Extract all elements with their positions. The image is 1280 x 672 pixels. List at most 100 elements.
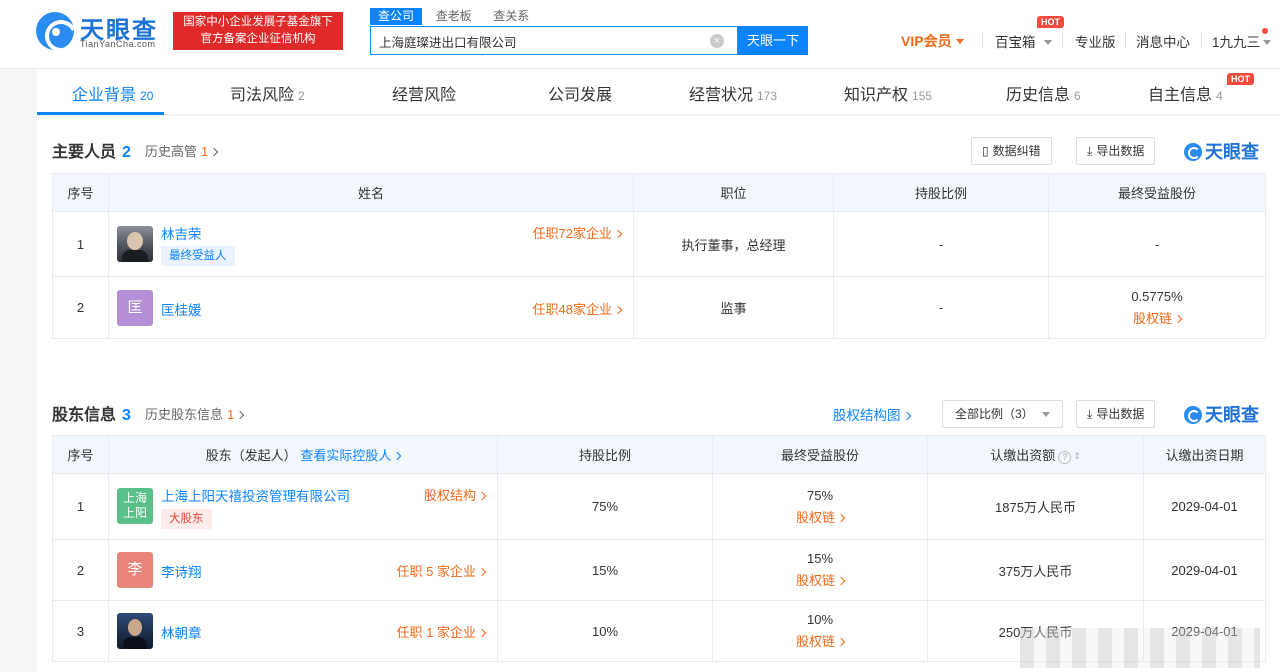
chevron-right-icon (236, 410, 245, 420)
sort-icon[interactable]: ⇕ (1073, 451, 1081, 462)
ratio-filter-select[interactable]: 全部比例（3） (942, 400, 1063, 428)
holder-name-link[interactable]: 上海上阳天禧投资管理有限公司 (161, 485, 350, 505)
actual-controller-link[interactable]: 查看实际控股人 (300, 448, 402, 463)
company-logo[interactable]: 上海 上阳 (117, 488, 153, 524)
chevron-right-icon (836, 513, 846, 522)
avatar[interactable] (117, 226, 153, 262)
ratio-cell: - (833, 211, 1049, 277)
row-number: 1 (52, 473, 109, 540)
document-icon: ▯ (982, 144, 989, 158)
holder-name-link[interactable]: 林朝章 (161, 622, 202, 642)
badge-line-1: 国家中小企业发展子基金旗下 (183, 16, 333, 28)
positions-link[interactable]: 任职 1 家企业 (397, 622, 487, 641)
link-text: 股权链 (1132, 310, 1172, 326)
export-data-button[interactable]: ⤓ 导出数据 (1076, 137, 1156, 165)
column-header-holder: 股东（发起人） 查看实际控股人 (108, 435, 498, 474)
history-label: 历史股东信息 (145, 407, 224, 422)
positions-link[interactable]: 任职 5 家企业 (396, 561, 487, 580)
tab-label: 自主信息 (1148, 87, 1213, 104)
row-number: 2 (52, 539, 109, 601)
avatar[interactable] (117, 613, 153, 649)
user-name: 1九九三 (1212, 35, 1261, 50)
benefit-cell: 10% 股权链 (712, 600, 928, 662)
equity-chain-link[interactable]: 股权链 (1049, 308, 1265, 330)
tab-ip[interactable]: 知识产权 155 (844, 81, 932, 105)
link-text: 任职 5 家企业 (396, 564, 476, 579)
search-tab-relation[interactable]: 查关系 (485, 8, 537, 25)
tianyancha-logo[interactable]: 天眼查 TianYanCha.com (36, 10, 164, 54)
chevron-down-icon (1042, 412, 1050, 417)
equity-chain-link[interactable]: 股权链 (713, 570, 927, 592)
benefit-value: 75% (806, 487, 834, 503)
equity-structure-cell-link[interactable]: 股权结构 (423, 485, 487, 504)
person-name-link[interactable]: 匡桂媛 (161, 299, 202, 319)
avatar[interactable]: 李 (117, 552, 153, 588)
positions-link[interactable]: 任职48家企业 (533, 299, 623, 318)
data-correction-button[interactable]: ▯ 数据纠错 (971, 137, 1052, 165)
search-tab-company[interactable]: 查公司 (370, 8, 423, 25)
brand-text: 天眼查 (1205, 405, 1259, 425)
equity-structure-link[interactable]: 股权结构图 (833, 404, 911, 424)
message-center-link[interactable]: 消息中心 (1136, 31, 1190, 51)
user-menu[interactable]: 1九九三 (1212, 31, 1272, 51)
link-text: 股权结构 (423, 488, 476, 503)
tab-count: 173 (757, 89, 778, 103)
search-tab-boss[interactable]: 查老板 (428, 8, 480, 25)
vip-menu[interactable]: VIP会员 (901, 31, 964, 51)
divider (1125, 32, 1126, 48)
ratio-cell: - (833, 276, 1049, 339)
holder-name-link[interactable]: 李诗翔 (161, 561, 202, 581)
section-title-text: 主要人员 (52, 144, 117, 161)
person-name-link[interactable]: 林吉荣 (161, 223, 202, 243)
search-input[interactable] (379, 32, 699, 50)
clear-icon[interactable]: × (710, 34, 724, 48)
personnel-title: 主要人员 2 (52, 138, 131, 162)
tab-label: 历史信息 (1006, 87, 1071, 104)
benefit-value: 10% (806, 612, 834, 627)
pro-version-link[interactable]: 专业版 (1075, 31, 1116, 51)
avatar[interactable]: 匡 (117, 290, 153, 326)
tab-self-info[interactable]: 自主信息 4 (1148, 81, 1223, 105)
column-header-capital[interactable]: 认缴出资额? ⇕ (927, 435, 1144, 474)
date-cell: 2029-04-01 (1143, 539, 1266, 601)
company-tabs: 企业背景 20 司法风险 2 经营风险 公司发展 经营状况 173 知识产权 155 历… (37, 69, 1280, 115)
download-icon: ⤓ (1087, 407, 1093, 421)
column-header: 序号 (52, 435, 109, 474)
tab-operating-risk[interactable]: 经营风险 (392, 81, 456, 105)
divider (1201, 32, 1202, 48)
tab-history[interactable]: 历史信息 6 (1006, 81, 1081, 105)
brand-text: 天眼查 (1205, 142, 1259, 162)
brand-mark: 天眼查 (1184, 401, 1259, 427)
tab-operations[interactable]: 经营状况 173 (689, 81, 777, 105)
table-row: 1 林吉荣 最终受益人 任职72家企业 执行董事，总经理 - - (52, 211, 1266, 277)
brand-eye-icon (1184, 406, 1202, 424)
equity-chain-link[interactable]: 股权链 (713, 631, 927, 653)
positions-link[interactable]: 任职72家企业 (533, 223, 623, 242)
tab-background[interactable]: 企业背景 20 (72, 81, 153, 105)
search-type-tabs: 查公司 查老板 查关系 (370, 8, 539, 25)
divider (982, 32, 983, 48)
history-executives-link[interactable]: 历史高管 1 (145, 141, 219, 160)
search-button[interactable]: 天眼一下 (738, 26, 808, 55)
help-icon[interactable]: ? (1058, 451, 1072, 464)
section-count: 3 (122, 407, 131, 424)
beneficiary-tag: 最终受益人 (161, 246, 235, 266)
tab-count: 2 (298, 89, 305, 103)
brand-mark: 天眼查 (1184, 138, 1259, 164)
tab-development[interactable]: 公司发展 (548, 81, 612, 105)
divider (1062, 32, 1063, 48)
history-shareholders-link[interactable]: 历史股东信息 1 (145, 404, 245, 423)
ratio-cell: 75% (497, 473, 713, 540)
holder-header-text: 股东（发起人） (205, 448, 297, 463)
badge-line-2: 官方备案企业征信机构 (200, 33, 316, 45)
history-count: 1 (227, 407, 235, 422)
chevron-right-icon (477, 491, 487, 501)
blurred-watermark (1020, 628, 1260, 668)
tab-count: 6 (1074, 89, 1081, 103)
tab-judicial-risk[interactable]: 司法风险 2 (230, 81, 305, 105)
export-data-button[interactable]: ⤓ 导出数据 (1076, 400, 1156, 428)
chevron-right-icon (613, 229, 623, 239)
table-row: 1 上海 上阳 上海上阳天禧投资管理有限公司 大股东 股权结构 75% 75% 股… (52, 473, 1266, 540)
equity-chain-link[interactable]: 股权链 (713, 507, 927, 529)
baibaoxiang-menu[interactable]: 百宝箱 (995, 31, 1052, 51)
